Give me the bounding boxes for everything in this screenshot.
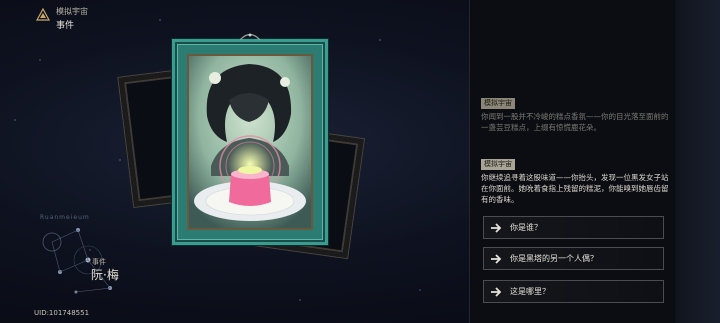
event-painting [171, 33, 329, 246]
arrow-right-icon [491, 286, 502, 297]
option-label: 你是谁？ [510, 223, 542, 232]
path-constellation-graphic [42, 228, 112, 294]
dialogue-log-entry-1: 模拟宇宙 你闻到一股并不冷峻的糕点香氛——你的目光落至面前的一盏芸豆糕点，上缀有… [481, 90, 671, 133]
dialogue-log-entry-2: 模拟宇宙 你继续追寻着这股味道——你抬头，发现一位黑发女子站在你面前。她吮着食指… [481, 151, 671, 205]
log-tag: 模拟宇宙 [481, 98, 515, 109]
dialogue-option-1[interactable]: 你是谁？ [483, 216, 664, 239]
option-label: 你是黑塔的另一个人偶？ [510, 254, 598, 263]
dialogue-option-3[interactable]: 这是哪里？ [483, 280, 664, 303]
log-text: 你继续追寻着这股味道——你抬头，发现一位黑发女子站在你面前。她吮着食指上残留的糕… [481, 173, 669, 204]
painting-canvas [187, 54, 313, 230]
simulated-universe-icon [36, 8, 50, 21]
panel-side-strip [675, 0, 720, 323]
arrow-right-icon [491, 253, 502, 264]
option-label: 这是哪里？ [510, 287, 550, 296]
dialogue-option-2[interactable]: 你是黑塔的另一个人偶？ [483, 247, 664, 270]
ruan-mei-portrait-art [189, 56, 311, 228]
header-section-label: 模拟宇宙 [56, 7, 88, 16]
log-tag: 模拟宇宙 [481, 159, 515, 170]
page-title: 事件 [56, 21, 75, 31]
character-name: 阮·梅 [91, 268, 119, 282]
log-text: 你闻到一股并不冷峻的糕点香氛——你的目光落至面前的一盏芸豆糕点，上缀有惊慌鹿花朵… [481, 112, 669, 132]
frame-ornament-icon [239, 33, 261, 41]
arrow-right-icon [491, 222, 502, 233]
constellation-label: Ruanmeieum [40, 214, 90, 221]
event-header: 模拟宇宙 事件 [36, 6, 88, 32]
player-uid: UID:101748551 [34, 309, 90, 317]
